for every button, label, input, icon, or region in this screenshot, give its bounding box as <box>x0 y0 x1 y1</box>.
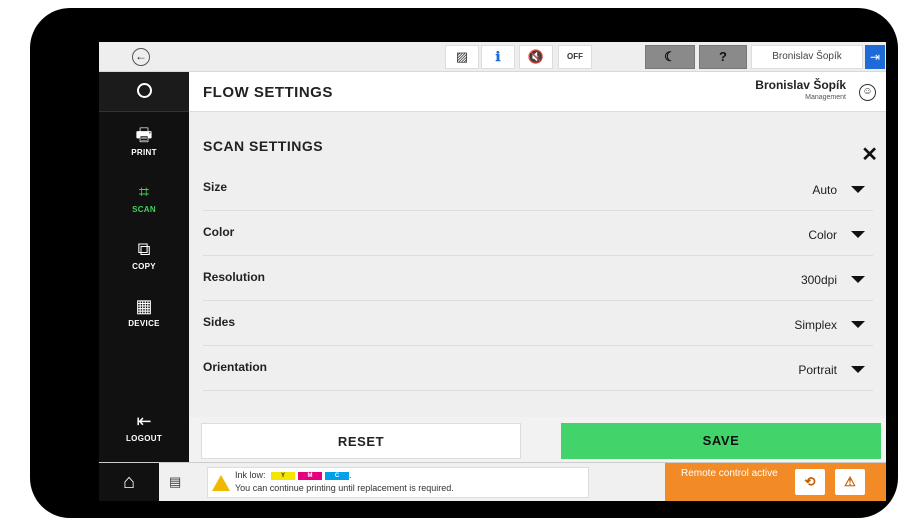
setting-row-color[interactable]: Color Color <box>203 211 873 256</box>
reset-button[interactable]: RESET <box>201 423 521 459</box>
logout-icon[interactable]: ⇥ <box>865 45 885 69</box>
sleep-mode-icon[interactable]: ☾ <box>645 45 695 69</box>
mute-sound-icon[interactable]: 🔇 <box>519 45 553 69</box>
copy-icon: ⧉ <box>137 239 151 259</box>
sidebar-header <box>99 72 189 112</box>
sidebar-item-logout[interactable]: ⇤ LOGOUT <box>99 410 189 458</box>
sidebar-item-copy[interactable]: ⧉ COPY <box>99 238 189 286</box>
remote-control-banner: Remote control active ⟲ ⚠ <box>665 463 886 501</box>
topbar-user-name[interactable]: Bronislav Šopík <box>751 45 863 69</box>
setting-label: Orientation <box>203 360 268 374</box>
sidebar-item-label: DEVICE <box>128 319 160 328</box>
close-icon[interactable]: ✕ <box>861 142 878 167</box>
header-user-role: Management <box>805 94 846 101</box>
sidebar: 🖶 PRINT ⌗ SCAN ⧉ COPY ▦ DEVICE ⇤ LOGOUT <box>99 72 189 462</box>
remote-control-off-icon[interactable]: ⚠ <box>835 469 865 495</box>
setting-label: Color <box>203 225 235 239</box>
chevron-down-icon[interactable] <box>851 366 865 373</box>
top-status-bar: ← ▨ ℹ 🔇 OFF ☾ ? Bronislav Šopík ⇥ <box>99 42 886 72</box>
setting-row-sides[interactable]: Sides Simplex <box>203 301 873 346</box>
help-icon[interactable]: ? <box>699 45 747 69</box>
ink-low-label: Ink low: <box>235 470 266 480</box>
chevron-down-icon[interactable] <box>851 231 865 238</box>
page-header: FLOW SETTINGS Bronislav Šopík Management… <box>189 72 886 112</box>
sidebar-item-scan[interactable]: ⌗ SCAN <box>99 181 189 229</box>
setting-value[interactable]: 300dpi <box>801 273 837 287</box>
setting-value[interactable]: Portrait <box>798 363 837 377</box>
home-icon[interactable]: ⌂ <box>99 463 159 501</box>
ink-low-suffix: . <box>349 470 352 480</box>
setting-row-resolution[interactable]: Resolution 300dpi <box>203 256 873 301</box>
user-avatar-icon[interactable]: ☺ <box>859 84 876 101</box>
ink-low-line: Ink low: YMC. <box>235 470 352 480</box>
panel-title: SCAN SETTINGS <box>203 138 324 154</box>
setting-value[interactable]: Color <box>808 228 837 242</box>
setting-value[interactable]: Simplex <box>794 318 837 332</box>
setting-label: Sides <box>203 315 236 329</box>
setting-row-size[interactable]: Size Auto <box>203 166 873 211</box>
ink-cyan-badge: C <box>325 471 350 480</box>
scan-icon: ⌗ <box>138 182 150 202</box>
header-user-name: Bronislav Šopík <box>755 78 846 92</box>
chevron-down-icon[interactable] <box>851 321 865 328</box>
setting-label: Size <box>203 180 228 194</box>
device-bezel: ← ▨ ℹ 🔇 OFF ☾ ? Bronislav Šopík ⇥ 🖶 PRIN… <box>30 8 898 518</box>
sidebar-item-label: LOGOUT <box>125 434 163 443</box>
remote-view-off-icon[interactable]: ⟲ <box>795 469 825 495</box>
chevron-down-icon[interactable] <box>851 276 865 283</box>
warning-icon <box>212 475 230 491</box>
quiet-mode-off-icon[interactable]: OFF <box>558 45 592 69</box>
ink-warning-banner[interactable]: Ink low: YMC. You can continue printing … <box>207 467 589 498</box>
back-icon[interactable]: ← <box>132 48 150 66</box>
bottom-bar: ⌂ ▤ Ink low: YMC. You can continue print… <box>99 462 886 501</box>
remote-control-status: Remote control active <box>681 468 778 479</box>
setting-row-orientation[interactable]: Orientation Portrait <box>203 346 873 391</box>
chevron-down-icon[interactable] <box>851 186 865 193</box>
setting-label: Resolution <box>203 270 265 284</box>
ink-yellow-badge: Y <box>271 471 296 480</box>
device-icon: ▦ <box>135 296 153 316</box>
toner-warning-icon[interactable]: ▨ <box>445 45 479 69</box>
sidebar-item-label: SCAN <box>132 205 156 214</box>
sidebar-item-print[interactable]: 🖶 PRINT <box>99 124 189 172</box>
sidebar-item-device[interactable]: ▦ DEVICE <box>99 295 189 343</box>
sidebar-item-label: COPY <box>132 262 156 271</box>
save-button[interactable]: SAVE <box>561 423 881 459</box>
setting-value[interactable]: Auto <box>812 183 837 197</box>
sidebar-item-label: PRINT <box>131 148 157 157</box>
ink-warning-message: You can continue printing until replacem… <box>235 483 454 493</box>
logout-door-icon: ⇤ <box>136 411 152 431</box>
print-icon: 🖶 <box>135 125 153 145</box>
info-status-icon[interactable]: ℹ <box>481 45 515 69</box>
page-title: FLOW SETTINGS <box>203 84 333 101</box>
clock-icon <box>137 83 152 98</box>
job-list-icon[interactable]: ▤ <box>169 474 181 490</box>
scan-settings-panel: SCAN SETTINGS ✕ Size Auto Color Color Re… <box>189 112 886 417</box>
ink-magenta-badge: M <box>298 471 323 480</box>
printer-screen: ← ▨ ℹ 🔇 OFF ☾ ? Bronislav Šopík ⇥ 🖶 PRIN… <box>99 42 886 501</box>
